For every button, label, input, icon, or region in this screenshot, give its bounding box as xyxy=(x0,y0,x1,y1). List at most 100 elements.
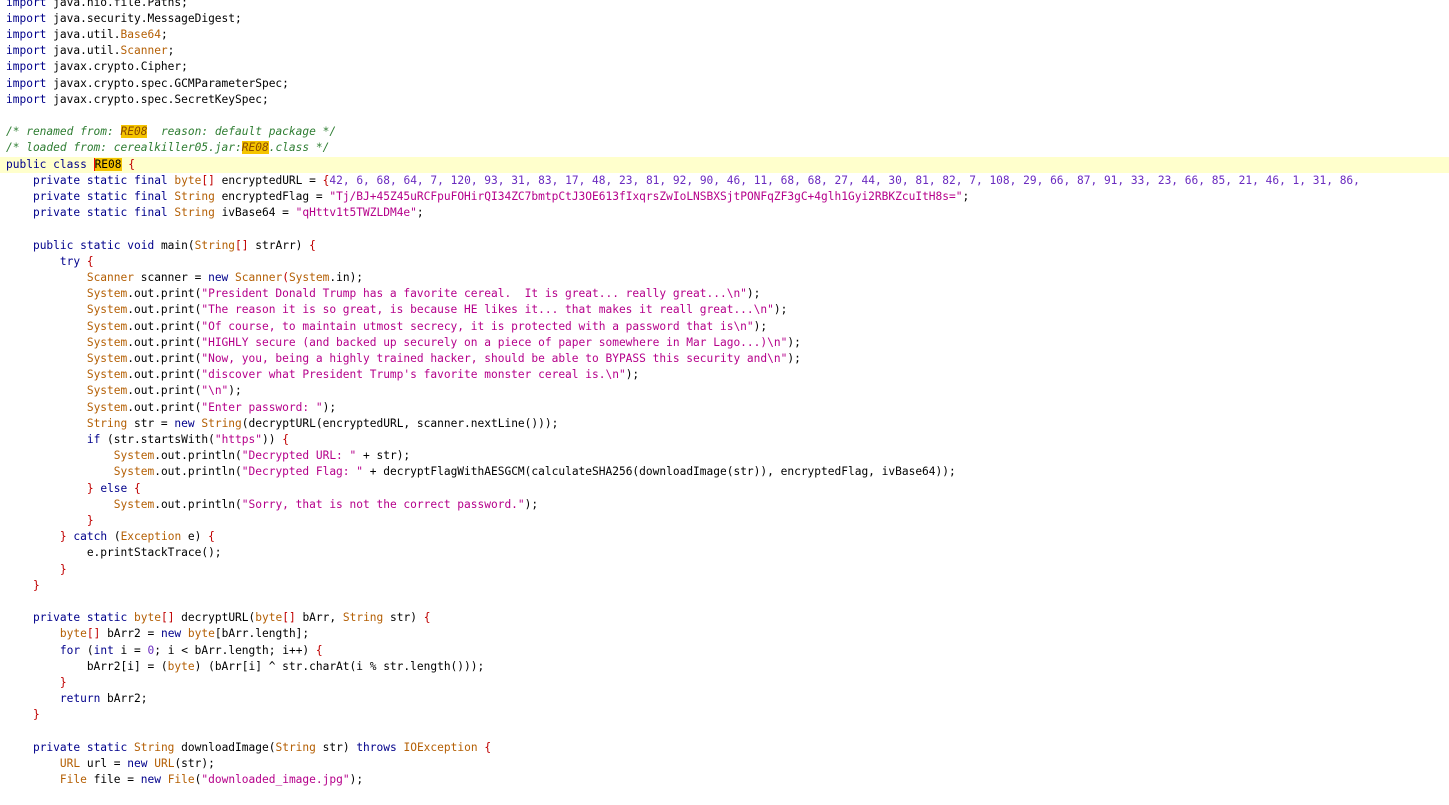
punctuation: ( xyxy=(282,270,289,284)
code-line[interactable]: e.printStackTrace(); xyxy=(0,545,1449,561)
punctuation: { xyxy=(315,643,323,657)
code-text: ivBase64 = xyxy=(214,206,296,220)
type-name: String xyxy=(134,740,175,754)
keyword: if xyxy=(86,432,108,446)
type-name: System xyxy=(86,351,128,365)
punctuation: } xyxy=(86,481,94,495)
code-editor[interactable]: import java.nio.file.Paths; import java.s… xyxy=(0,0,1449,805)
type-name: byte xyxy=(255,611,283,625)
code-line[interactable]: System.out.print("The reason it is so gr… xyxy=(0,302,1449,318)
code-line[interactable]: byte[] bArr2 = new byte[bArr.length]; xyxy=(0,626,1449,642)
code-line[interactable]: File file = new File("downloaded_image.j… xyxy=(0,772,1449,788)
string-literal: "Now, you, being a highly trained hacker… xyxy=(201,351,788,365)
punctuation: } xyxy=(86,513,94,527)
code-text: ); xyxy=(746,287,761,301)
code-text: ; i < bArr.length; i++) xyxy=(154,643,316,657)
code-line[interactable]: System.out.print("discover what Presiden… xyxy=(0,367,1449,383)
code-line[interactable]: System.out.println("Decrypted Flag: " + … xyxy=(0,464,1449,480)
code-line[interactable]: /* renamed from: RE08 reason: default pa… xyxy=(0,124,1449,140)
code-line[interactable]: System.out.print("\n"); xyxy=(0,383,1449,399)
keyword: import xyxy=(6,60,47,74)
code-line[interactable] xyxy=(0,724,1449,740)
code-line[interactable]: public static void main(String[] strArr)… xyxy=(0,238,1449,254)
code-line[interactable]: } xyxy=(0,513,1449,529)
code-line[interactable]: System.out.print("Now, you, being a high… xyxy=(0,351,1449,367)
code-line[interactable]: System.out.print("President Donald Trump… xyxy=(0,286,1449,302)
code-line[interactable]: } catch (Exception e) { xyxy=(0,529,1449,545)
type-name: String xyxy=(194,238,236,252)
punctuation: { xyxy=(128,157,136,171)
string-literal: "Enter password: " xyxy=(201,400,323,414)
code-line[interactable]: } xyxy=(0,707,1449,723)
code-line[interactable]: import java.util.Base64; xyxy=(0,27,1449,43)
keyword: return xyxy=(59,692,108,706)
code-line[interactable]: bArr2[i] = (byte) (bArr[i] ^ str.charAt(… xyxy=(0,659,1449,675)
type-name: String xyxy=(86,416,128,430)
code-text: ; xyxy=(416,206,424,220)
code-line[interactable]: } xyxy=(0,675,1449,691)
code-text: .out.print( xyxy=(127,384,202,398)
code-line[interactable]: import java.nio.file.Paths; xyxy=(0,0,1449,11)
keyword: private static final xyxy=(32,189,175,203)
code-text: encryptedURL = xyxy=(214,173,323,187)
code-line[interactable]: } else { xyxy=(0,481,1449,497)
code-line[interactable]: import java.util.Scanner; xyxy=(0,43,1449,59)
code-line[interactable]: import javax.crypto.Cipher; xyxy=(0,59,1449,75)
type-name: System xyxy=(288,270,330,284)
code-text: e.printStackTrace(); xyxy=(6,546,222,560)
code-line[interactable]: if (str.startsWith("https")) { xyxy=(0,432,1449,448)
code-line[interactable]: String str = new String(decryptURL(encry… xyxy=(0,416,1449,432)
type-name: File xyxy=(167,773,195,787)
code-line[interactable]: private static final String encryptedFla… xyxy=(0,189,1449,205)
code-line[interactable]: System.out.print("Of course, to maintain… xyxy=(0,319,1449,335)
code-line[interactable]: } xyxy=(0,578,1449,594)
code-line[interactable]: System.out.println("Decrypted URL: " + s… xyxy=(0,448,1449,464)
code-line[interactable]: System.out.print("Enter password: "); xyxy=(0,400,1449,416)
code-line[interactable]: import javax.crypto.spec.GCMParameterSpe… xyxy=(0,76,1449,92)
code-text: main( xyxy=(160,238,195,252)
code-text: ); xyxy=(349,773,364,787)
code-line[interactable]: Scanner scanner = new Scanner(System.in)… xyxy=(0,270,1449,286)
code-line[interactable]: private static final String ivBase64 = "… xyxy=(0,205,1449,221)
code-text: .out.print( xyxy=(127,368,202,382)
string-literal: "discover what President Trump's favorit… xyxy=(201,368,626,382)
highlighted-match: RE08 xyxy=(120,125,148,139)
code-line[interactable]: URL url = new URL(str); xyxy=(0,756,1449,772)
code-line[interactable]: private static String downloadImage(Stri… xyxy=(0,740,1449,756)
code-text: ); xyxy=(625,368,640,382)
code-line[interactable]: import javax.crypto.spec.SecretKeySpec; xyxy=(0,92,1449,108)
comment: reason: default package */ xyxy=(147,125,337,139)
code-line[interactable] xyxy=(0,594,1449,610)
code-line[interactable]: private static final byte[] encryptedURL… xyxy=(0,173,1449,189)
code-line[interactable]: return bArr2; xyxy=(0,691,1449,707)
code-line[interactable]: /* loaded from: cerealkiller05.jar:RE08.… xyxy=(0,140,1449,156)
type-name: Scanner xyxy=(235,270,283,284)
code-text: .out.println( xyxy=(154,465,242,479)
code-line[interactable] xyxy=(0,108,1449,124)
code-text: bArr, xyxy=(295,611,343,625)
code-line[interactable]: System.out.print("HIGHLY secure (and bac… xyxy=(0,335,1449,351)
current-code-line[interactable]: public class RE08 { xyxy=(0,156,1449,173)
code-line[interactable] xyxy=(0,221,1449,237)
keyword: throws xyxy=(356,740,404,754)
type-name: System xyxy=(86,335,128,349)
string-literal: "The reason it is so great, is because H… xyxy=(201,303,774,317)
code-line[interactable]: } xyxy=(0,562,1449,578)
string-literal: "downloaded_image.jpg" xyxy=(201,773,350,787)
code-text: downloadImage( xyxy=(174,740,276,754)
string-literal: "Of course, to maintain utmost secrecy, … xyxy=(201,319,754,333)
code-line[interactable]: private static byte[] decryptURL(byte[] … xyxy=(0,610,1449,626)
code-line[interactable]: System.out.println("Sorry, that is not t… xyxy=(0,497,1449,513)
code-line[interactable]: for (int i = 0; i < bArr.length; i++) { xyxy=(0,643,1449,659)
code-line[interactable]: import java.security.MessageDigest; xyxy=(0,11,1449,27)
code-line[interactable]: try { xyxy=(0,254,1449,270)
